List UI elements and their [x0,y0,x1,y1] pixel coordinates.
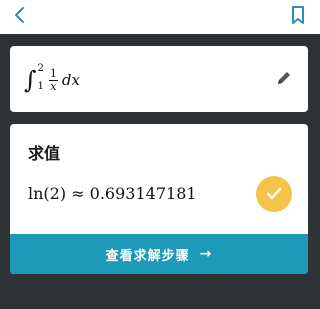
top-bar [0,0,320,34]
upper-limit: 2 [37,63,44,74]
view-steps-button[interactable]: 查看求解步骤 → [10,234,308,274]
integral-limits: 2 1 [37,63,44,93]
result-card: 求值 ln(2) ≈ 0.693147181 查看求解步骤 → [10,124,308,274]
pencil-icon[interactable] [276,70,292,86]
result-title: 求值 [28,144,61,163]
check-badge [256,176,292,212]
differential: dx [61,71,80,89]
bookmark-icon[interactable] [290,5,306,25]
integral-expression: ∫ 2 1 1 x dx [24,60,80,100]
lower-limit: 1 [37,81,44,92]
view-steps-label: 查看求解步骤 [105,248,190,264]
expression-card[interactable]: ∫ 2 1 1 x dx [10,46,308,112]
numerator: 1 [48,66,58,81]
fraction: 1 x [48,66,58,93]
arrow-right-icon: → [199,246,213,262]
integral-sign: ∫ [24,66,37,94]
chevron-left-icon[interactable] [10,5,30,25]
check-icon [266,187,282,200]
denominator: x [50,79,57,93]
result-value: ln(2) ≈ 0.693147181 [28,184,197,203]
